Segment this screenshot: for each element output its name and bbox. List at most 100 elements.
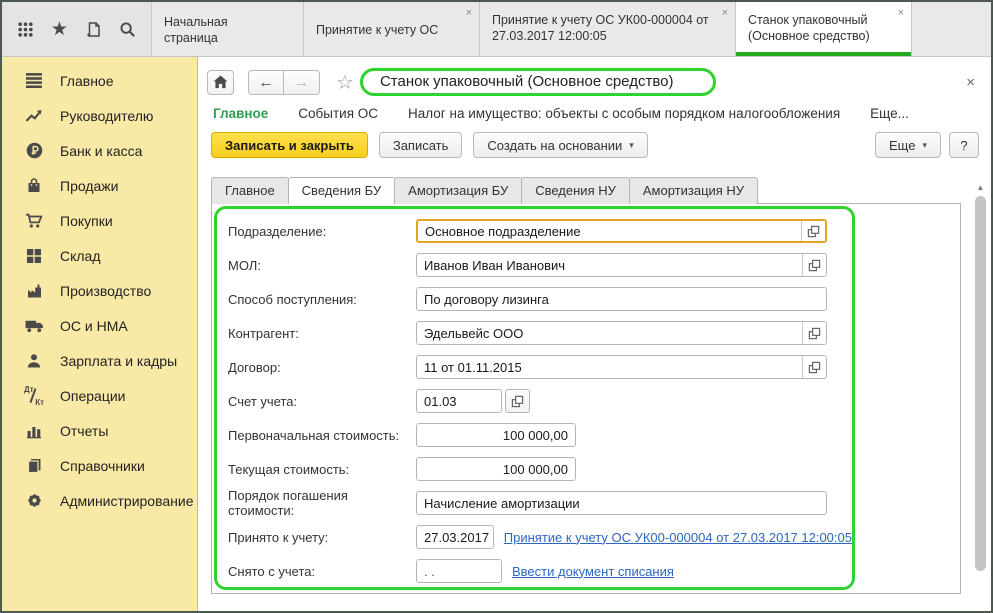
open-select-icon[interactable] xyxy=(802,254,826,276)
tab-svedeniya-bu[interactable]: Сведения БУ xyxy=(288,177,396,204)
sidebar-item-bank-kassa[interactable]: Банк и касса xyxy=(2,133,197,168)
command-bar: Записать и закрыть Записать Создать на о… xyxy=(198,129,991,167)
open-select-icon[interactable] xyxy=(802,322,826,344)
tab-close-icon[interactable]: × xyxy=(898,8,904,19)
sidebar-item-label: Администрирование xyxy=(60,493,194,509)
sidebar-item-pokupki[interactable]: Покупки xyxy=(2,203,197,238)
nav-link-more[interactable]: Еще... xyxy=(870,106,909,121)
home-button[interactable] xyxy=(207,70,234,95)
save-button[interactable]: Записать xyxy=(379,132,463,158)
favorites-star-icon[interactable]: ★ xyxy=(48,18,70,40)
top-toolbar: ★ Начальная страница Принятие к у xyxy=(2,2,991,57)
tab-svedeniya-nu[interactable]: Сведения НУ xyxy=(521,177,630,204)
sidebar-item-administrirovanie[interactable]: Администрирование xyxy=(2,483,197,518)
nav-link-sobytiya-os[interactable]: События ОС xyxy=(298,106,378,121)
schet-ucheta-input[interactable]: 01.03 xyxy=(416,389,502,413)
poryadok-pogasheniya-input[interactable]: Начисление амортизации xyxy=(416,491,827,515)
sidebar-item-otchety[interactable]: Отчеты xyxy=(2,413,197,448)
field-label: Снято с учета: xyxy=(228,564,416,579)
tab-amortizaciya-nu[interactable]: Амортизация НУ xyxy=(629,177,758,204)
snyato-date-input[interactable]: . . xyxy=(416,559,502,583)
save-and-close-button[interactable]: Записать и закрыть xyxy=(211,132,368,158)
field-label: Порядок погашения стоимости: xyxy=(228,488,416,518)
forward-button[interactable]: → xyxy=(284,70,320,95)
tab-close-icon[interactable]: × xyxy=(466,8,472,19)
form-close-icon[interactable]: × xyxy=(962,74,979,91)
field-label: Договор: xyxy=(228,360,416,375)
window-tab-label: Станок упаковочный (Основное средство) xyxy=(748,10,891,45)
ruble-icon xyxy=(24,141,44,161)
open-select-icon[interactable] xyxy=(505,389,530,413)
section-sidebar: Главное Руководителю Банк и касса Продаж… xyxy=(2,57,198,611)
more-button[interactable]: Еще ▾ xyxy=(875,132,941,158)
open-select-icon[interactable] xyxy=(802,356,826,378)
sidebar-item-os-nma[interactable]: ОС и НМА xyxy=(2,308,197,343)
sidebar-item-spravochniki[interactable]: Справочники xyxy=(2,448,197,483)
chevron-down-icon: ▾ xyxy=(629,140,634,151)
search-icon[interactable] xyxy=(117,18,139,40)
main-menu-icon[interactable] xyxy=(14,18,36,40)
open-select-icon[interactable] xyxy=(801,221,825,241)
kontragent-input[interactable]: Эдельвейс ООО xyxy=(416,321,827,345)
mol-input[interactable]: Иванов Иван Иванович xyxy=(416,253,827,277)
tab-glavnoe[interactable]: Главное xyxy=(211,177,289,204)
field-row-sposob-postupleniya: Способ поступления: По договору лизинга xyxy=(228,287,852,311)
sidebar-item-label: ОС и НМА xyxy=(60,318,128,334)
field-row-poryadok-pogasheniya: Порядок погашения стоимости: Начисление … xyxy=(228,491,852,515)
factory-icon xyxy=(24,281,44,301)
sidebar-item-zarplata-kadry[interactable]: Зарплата и кадры xyxy=(2,343,197,378)
person-icon xyxy=(24,351,44,371)
nav-link-nalog-imushchestvo[interactable]: Налог на имущество: объекты с особым пор… xyxy=(408,106,840,121)
back-button[interactable]: ← xyxy=(248,70,284,95)
tab-close-icon[interactable]: × xyxy=(722,8,728,19)
field-row-pervonachalnaya-stoimost: Первоначальная стоимость: 100 000,00 xyxy=(228,423,852,447)
tab-amortizaciya-bu[interactable]: Амортизация БУ xyxy=(394,177,522,204)
pervonachalnaya-stoimost-input[interactable]: 100 000,00 xyxy=(416,423,576,447)
vertical-scrollbar[interactable]: ▲ ▼ xyxy=(973,182,988,613)
window-tab-acceptance-list[interactable]: Принятие к учету ОС × xyxy=(304,2,480,56)
tekushchaya-stoimost-input[interactable]: 100 000,00 xyxy=(416,457,576,481)
acceptance-document-link[interactable]: Принятие к учету ОС УК00-000004 от 27.03… xyxy=(504,530,852,545)
create-based-on-button[interactable]: Создать на основании ▾ xyxy=(473,132,647,158)
window-tab-home[interactable]: Начальная страница xyxy=(152,2,304,56)
window-tab-label: Принятие к учету ОС УК00-000004 от 27.03… xyxy=(492,10,715,45)
sidebar-item-label: Операции xyxy=(60,388,126,404)
gear-icon xyxy=(24,491,44,511)
main-area: ← → ☆ Станок упаковочный (Основное средс… xyxy=(198,57,991,611)
sidebar-item-sklad[interactable]: Склад xyxy=(2,238,197,273)
dtkt-icon: ДтКт xyxy=(24,386,44,406)
sidebar-item-proizvodstvo[interactable]: Производство xyxy=(2,273,197,308)
sidebar-item-prodazhi[interactable]: Продажи xyxy=(2,168,197,203)
help-button[interactable]: ? xyxy=(949,132,979,158)
highlighted-form-area: Подразделение: Основное подразделение МО… xyxy=(214,206,855,590)
field-label: Счет учета: xyxy=(228,394,416,409)
writeoff-document-link[interactable]: Ввести документ списания xyxy=(512,564,674,579)
field-row-schet-ucheta: Счет учета: 01.03 xyxy=(228,389,852,413)
field-row-podrazdelenie: Подразделение: Основное подразделение xyxy=(228,219,852,243)
nav-link-glavnoe[interactable]: Главное xyxy=(213,106,268,121)
add-favorite-star-icon[interactable]: ☆ xyxy=(336,70,354,95)
sidebar-item-glavnoe[interactable]: Главное xyxy=(2,63,197,98)
sidebar-item-label: Справочники xyxy=(60,458,145,474)
podrazdelenie-input[interactable]: Основное подразделение xyxy=(416,219,827,243)
create-based-on-label: Создать на основании xyxy=(487,138,622,153)
history-nav-group: ← → xyxy=(248,70,320,95)
window-tab-acceptance-doc[interactable]: Принятие к учету ОС УК00-000004 от 27.03… xyxy=(480,2,736,56)
field-row-kontragent: Контрагент: Эдельвейс ООО xyxy=(228,321,852,345)
sidebar-item-rukovoditelyu[interactable]: Руководителю xyxy=(2,98,197,133)
sidebar-item-label: Покупки xyxy=(60,213,113,229)
scrollbar-thumb[interactable] xyxy=(975,196,986,571)
field-label: Контрагент: xyxy=(228,326,416,341)
field-label: Текущая стоимость: xyxy=(228,462,416,477)
field-label: МОЛ: xyxy=(228,258,416,273)
dogovor-input[interactable]: 11 от 01.11.2015 xyxy=(416,355,827,379)
sidebar-item-label: Главное xyxy=(60,73,114,89)
field-label: Способ поступления: xyxy=(228,292,416,307)
history-icon[interactable] xyxy=(83,18,105,40)
sidebar-item-operacii[interactable]: ДтКт Операции xyxy=(2,378,197,413)
sidebar-item-label: Зарплата и кадры xyxy=(60,353,177,369)
window-tab-bar: Начальная страница Принятие к учету ОС ×… xyxy=(152,2,991,56)
sposob-postupleniya-input[interactable]: По договору лизинга xyxy=(416,287,827,311)
window-tab-asset[interactable]: Станок упаковочный (Основное средство) × xyxy=(736,2,912,56)
prinyato-date-input[interactable]: 27.03.2017 xyxy=(416,525,494,549)
